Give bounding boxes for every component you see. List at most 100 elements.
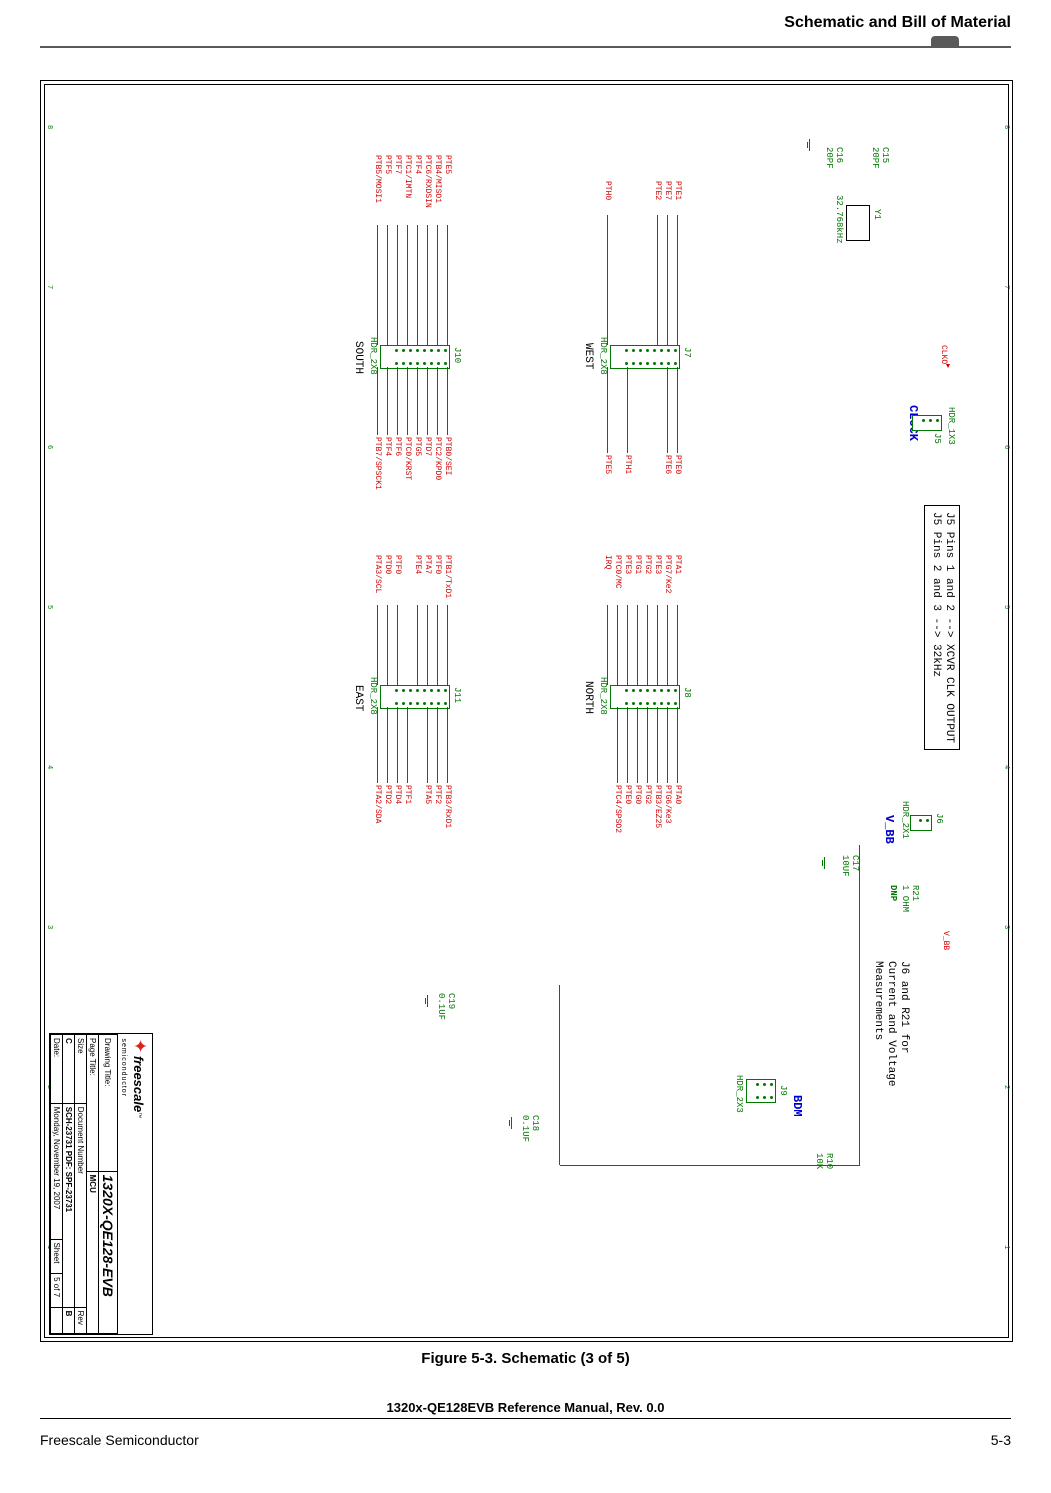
sig-clko: CLKO (939, 345, 948, 364)
sig: PTA0 (673, 785, 682, 804)
coord-col: 3 (45, 925, 53, 929)
sig: PTF1 (403, 785, 412, 804)
sig: PTE7 (663, 181, 672, 200)
sig: PTE2 (653, 181, 662, 200)
tb-size: C (63, 1035, 75, 1104)
tb-pagetitle: MCU (87, 1171, 99, 1333)
ref-c15: C15 (880, 147, 890, 163)
sig: PTG5 (413, 437, 422, 456)
wire (387, 367, 388, 435)
val-r21: 1 OHM (900, 885, 910, 912)
sig: PTF4 (383, 437, 392, 456)
gnd-icon (807, 139, 810, 151)
coord-col: 6 (1002, 445, 1010, 449)
wire (387, 225, 388, 345)
sig: PTE0 (673, 455, 682, 474)
coord-col: 4 (1002, 765, 1010, 769)
connector-j6 (910, 815, 932, 831)
sig: PTD0 (383, 555, 392, 574)
footer-page-number: 5-3 (991, 1432, 1011, 1448)
sig: PTE6 (663, 455, 672, 474)
wire (427, 707, 428, 783)
bdm-label: BDM (790, 1095, 804, 1117)
coord-col: 7 (45, 285, 53, 289)
wire (397, 707, 398, 783)
tb-rev-label: Rev (75, 1307, 87, 1333)
logo-tag: semiconductor (120, 1039, 127, 1098)
sig: PTE0 (623, 785, 632, 804)
sig: PTB3/RxD1 (443, 785, 452, 828)
wire (667, 707, 668, 783)
wire (677, 215, 678, 345)
connector-j9 (746, 1079, 776, 1103)
wire (387, 707, 388, 783)
ref-j5: HDR_1X3 (946, 407, 956, 445)
sig: PTF4 (413, 155, 422, 174)
sig: PTG1 (633, 555, 642, 574)
sig: PTE3 (623, 555, 632, 574)
wire (657, 605, 658, 685)
footer-rule (40, 1418, 1011, 1419)
wire (859, 845, 860, 1165)
sig: PTH1 (623, 455, 632, 474)
sig: PTG2 (643, 555, 652, 574)
figure-caption: Figure 5-3. Schematic (3 of 5) (0, 1350, 1051, 1367)
sig: PTG0 (633, 785, 642, 804)
wire (447, 707, 448, 783)
coord-col: 8 (1002, 125, 1010, 129)
footer-manual-title: 1320x-QE128EVB Reference Manual, Rev. 0.… (0, 1400, 1051, 1415)
vbb-label: V_BB (882, 815, 896, 844)
connector-j11 (380, 685, 450, 709)
wire (617, 707, 618, 783)
sig: PTE5 (443, 155, 452, 174)
wire (417, 605, 418, 685)
note-vbb-meas: J6 and R21 for Current and Voltage Measu… (866, 955, 914, 1092)
tb-size-label: Size (75, 1035, 87, 1104)
wire (437, 707, 438, 783)
tb-sheet-cur: 5 of 7 (51, 1274, 63, 1308)
wire (647, 605, 648, 685)
header-tab-stub (931, 36, 959, 46)
connector-j7 (610, 345, 680, 369)
sig: PTF0 (393, 555, 402, 574)
wire (677, 605, 678, 685)
val-j9: HDR_2X3 (734, 1075, 744, 1113)
group-west: WEST (582, 343, 594, 369)
wire (559, 985, 560, 1165)
group-north: NORTH (582, 681, 594, 714)
val-y1: 32.768kHz (834, 195, 844, 244)
ref-j9: J9 (778, 1085, 788, 1096)
sig: PTA7 (423, 555, 432, 574)
wire (607, 605, 608, 685)
schematic-frame: 8 7 6 5 4 3 2 1 8 7 6 5 4 3 2 1 CLOCK (40, 80, 1013, 1342)
tb-drawingtitle-label: Drawing Title: (99, 1035, 118, 1172)
wire (677, 367, 678, 453)
footer-vendor: Freescale Semiconductor (40, 1432, 199, 1448)
coord-col: 7 (1002, 285, 1010, 289)
wire (407, 367, 408, 435)
sig: PTB5/MOSI1 (373, 155, 382, 203)
sig: PTB4/MISO1 (433, 155, 442, 203)
sig: PTC0/MC (613, 555, 622, 589)
tb-docnum: SCH-23731 PDF: SPF-23731 (63, 1103, 75, 1307)
val-r10: 10K (814, 1153, 824, 1169)
wire (417, 225, 418, 345)
tb-drawingtitle: 1320X-QE128-EVB (99, 1171, 118, 1333)
tb-date: Monday, November 19, 2007 (51, 1103, 63, 1239)
val-c15: 20PF (870, 147, 880, 169)
sig: PTC2/KPD0 (433, 437, 442, 480)
wire (447, 605, 448, 685)
ref-j10: J10 (452, 347, 462, 363)
ref-j6: J6 (934, 813, 944, 824)
dnp-r21: DNP (888, 885, 898, 901)
connector-j5 (912, 415, 942, 431)
group-east: EAST (352, 685, 364, 711)
sig: PTE5 (603, 455, 612, 474)
sig: PTD7 (423, 437, 432, 456)
wire (637, 707, 638, 783)
coord-col: 5 (1002, 605, 1010, 609)
val-c17: 10UF (840, 855, 850, 877)
val-j6: HDR_2X1 (900, 801, 910, 839)
coord-col: 2 (1002, 1085, 1010, 1089)
section-header: Schematic and Bill of Material (784, 14, 1011, 32)
